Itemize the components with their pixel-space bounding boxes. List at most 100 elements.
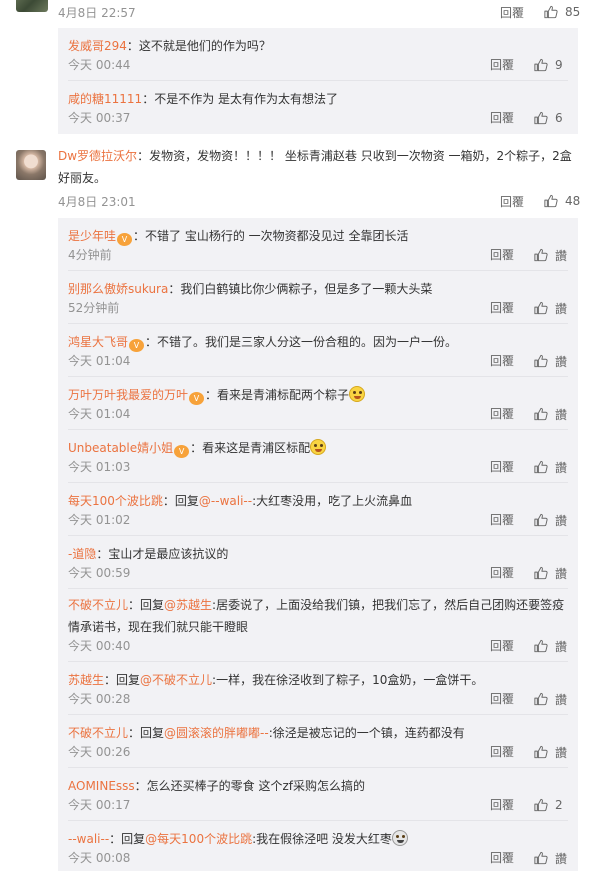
like-count: 2 [555,798,563,812]
crying-emoji-icon [391,830,408,846]
like-button[interactable]: 讚 [534,565,567,581]
thumbs-up-icon [534,692,548,706]
comment-time: 4月8日 23:01 [58,195,136,209]
mention-link[interactable]: @不破不立儿 [140,673,212,687]
thumbs-up-icon [534,566,548,580]
comment-username[interactable]: Dw罗德拉沃尔 [58,149,137,163]
mention-link[interactable]: @--wali-- [199,494,252,508]
reply-time: 今天 00:26 [68,745,131,759]
like-label: 讚 [555,460,568,475]
reply-username[interactable]: 不破不立儿 [68,726,128,740]
reply-username[interactable]: 咸的糖11111 [68,92,142,106]
reply-username[interactable]: 是少年哇 [68,229,116,243]
mention-link[interactable]: @每天100个波比跳 [145,832,252,846]
reply-username[interactable]: 万叶万叶我最爱的万叶 [68,388,188,402]
reply-button[interactable]: 回覆 [490,246,514,263]
reply-text: ：这不就是他们的作为吗？ [126,39,271,53]
reply-button[interactable]: 回覆 [490,690,514,707]
reply-time: 4分钟前 [68,248,112,262]
reply-text: :一样，我在徐泾收到了粽子，10盒奶，一盒饼干。 [212,673,484,687]
reply-username[interactable]: 鸿星大飞哥 [68,335,128,349]
avatar[interactable] [16,0,48,12]
vip-badge-icon: V [129,339,145,352]
like-button[interactable]: 讚 [534,744,567,760]
like-label: 讚 [555,745,568,760]
like-button[interactable]: 讚 [534,247,567,263]
reply-username[interactable]: --wali-- [68,832,109,846]
vip-badge-icon: V [117,233,133,246]
like-label: 讚 [555,354,568,369]
reply-button[interactable]: 回覆 [490,637,514,654]
reply-button[interactable]: 回覆 [500,193,524,210]
reply-list: 是少年哇 V ：不错了 宝山杨行的 一次物资都没见过 全靠团长活 4分钟前 回覆 讚… [58,218,578,871]
like-button[interactable]: 9 [534,57,563,73]
like-button[interactable]: 48 [544,193,580,209]
reply-time: 今天 00:59 [68,566,131,580]
reply-item: 每天100个波比跳：回复@--wali--:大红枣没用，吃了上火流鼻血 今天 0… [58,483,578,536]
thumbs-up-icon [534,851,548,865]
reply-item: 别那么傲娇sukura：我们白鹤镇比你少俩粽子，但是多了一颗大头菜 52分钟前 … [58,271,578,324]
like-button[interactable]: 讚 [534,850,567,866]
reply-time: 今天 00:44 [68,58,131,72]
like-label: 讚 [555,248,568,263]
like-button[interactable]: 6 [534,110,563,126]
like-button[interactable]: 讚 [534,406,567,422]
reply-text: :徐泾是被忘记的一个镇，连药都没有 [268,726,465,740]
reply-text: :我在假徐泾吧 没发大红枣 [252,832,392,846]
reply-username[interactable]: 别那么傲娇sukura [68,282,168,296]
reply-button[interactable]: 回覆 [490,511,514,528]
like-button[interactable]: 讚 [534,691,567,707]
like-label: 讚 [555,407,568,422]
reply-button[interactable]: 回覆 [490,796,514,813]
reply-username[interactable]: 发威哥294 [68,39,127,53]
reply-item: --wali--：回复@每天100个波比跳:我在假徐泾吧 没发大红枣 今天 00… [58,821,578,871]
reply-text: :大红枣没用，吃了上火流鼻血 [252,494,413,508]
like-button[interactable]: 讚 [534,512,567,528]
thumbs-up-icon [534,111,548,125]
reply-time: 今天 01:02 [68,513,131,527]
thumbs-up-icon [544,194,558,208]
reply-username[interactable]: 不破不立儿 [68,598,128,612]
reply-username[interactable]: 每天100个波比跳 [68,494,163,508]
laughing-emoji-icon [310,439,327,455]
comment-item: Dw罗德拉沃尔：发物资，发物资！！！！ 坐标青浦赵巷 只收到一次物资 一箱奶，2… [0,142,596,214]
reply-prefix: ：回复 [104,673,141,687]
like-button[interactable]: 讚 [534,353,567,369]
mention-link[interactable]: @苏越生 [164,598,212,612]
thumbs-up-icon [534,745,548,759]
reply-button[interactable]: 回覆 [490,56,514,73]
reply-time: 今天 01:03 [68,460,131,474]
reply-item: 万叶万叶我最爱的万叶 V ：看来是青浦标配两个粽子 今天 01:04 回覆 讚 [58,377,578,430]
reply-button[interactable]: 回覆 [490,849,514,866]
thumbs-up-icon [534,248,548,262]
like-label: 讚 [555,639,568,654]
reply-item: 鸿星大飞哥 V ：不错了。我们是三家人分这一份合租的。因为一户一份。 今天 01:0… [58,324,578,377]
reply-item: Unbeatable婧小姐 V ：看来这是青浦区标配 今天 01:03 回覆 讚 [58,430,578,483]
reply-button[interactable]: 回覆 [490,743,514,760]
thumbs-up-icon [534,513,548,527]
thumbs-up-icon [534,58,548,72]
avatar[interactable] [16,150,46,180]
reply-button[interactable]: 回覆 [490,299,514,316]
reply-button[interactable]: 回覆 [490,458,514,475]
reply-username[interactable]: Unbeatable婧小姐 [68,441,173,455]
reply-button[interactable]: 回覆 [490,405,514,422]
like-button[interactable]: 讚 [534,459,567,475]
like-button[interactable]: 讚 [534,638,567,654]
reply-time: 今天 01:04 [68,354,131,368]
reply-button[interactable]: 回覆 [490,564,514,581]
like-button[interactable]: 85 [544,4,580,20]
reply-item: 不破不立儿：回复@苏越生:居委说了，上面没给我们镇，把我们忘了，然后自己团购还要… [58,589,578,662]
reply-button[interactable]: 回覆 [490,352,514,369]
reply-username[interactable]: -道隐 [68,547,96,561]
mention-link[interactable]: @圆滚滚的胖嘟嘟-- [164,726,269,740]
reply-text: ：不错了 宝山杨行的 一次物资都没见过 全靠团长活 [133,229,409,243]
reply-item: 发威哥294：这不就是他们的作为吗？ 今天 00:44 回覆 9 [58,28,578,81]
like-button[interactable]: 讚 [534,300,567,316]
like-button[interactable]: 2 [534,797,563,813]
reply-button[interactable]: 回覆 [500,4,524,21]
vip-badge-icon: V [174,445,190,458]
reply-username[interactable]: 苏越生 [68,673,104,687]
reply-username[interactable]: AOMINEsss [68,779,135,793]
reply-button[interactable]: 回覆 [490,109,514,126]
